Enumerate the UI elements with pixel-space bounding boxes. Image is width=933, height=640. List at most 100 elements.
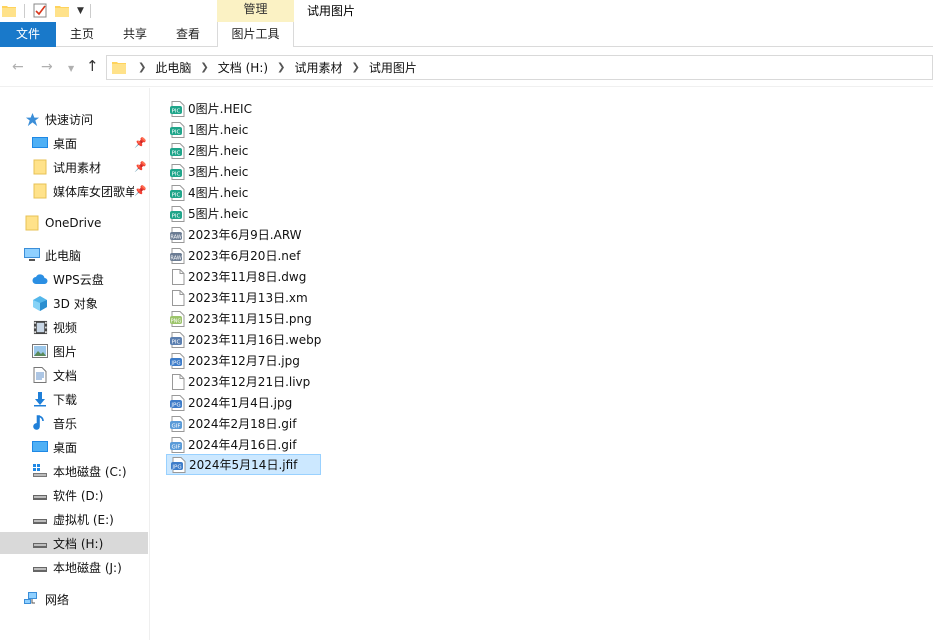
desktop-icon (32, 439, 48, 455)
file-item[interactable]: PIC 4图片.heic (166, 182, 252, 203)
folder-icon (32, 183, 48, 199)
nav-drive-c[interactable]: 本地磁盘 (C:) (0, 460, 148, 482)
nav-desktop[interactable]: 桌面 (0, 436, 148, 458)
file-item[interactable]: JPG 2023年12月7日.jpg (166, 350, 304, 371)
nav-videos[interactable]: 视频 (0, 316, 148, 338)
nav-drive-e[interactable]: 虚拟机 (E:) (0, 508, 148, 530)
nav-label: 文档 (53, 368, 78, 383)
file-name: 5图片.heic (188, 207, 249, 221)
nav-label: WPS云盘 (53, 272, 104, 287)
title-bar: ▼ 管理 试用图片 (0, 0, 933, 22)
nav-label: 虚拟机 (E:) (53, 512, 114, 527)
nav-network[interactable]: 网络 (0, 588, 148, 610)
chevron-right-icon[interactable]: ❯ (200, 62, 208, 73)
file-item[interactable]: PIC 2图片.heic (166, 140, 252, 161)
file-item[interactable]: RAW 2023年6月20日.nef (166, 245, 304, 266)
raw-file-icon: RAW (170, 247, 185, 264)
download-icon (32, 391, 48, 407)
file-item[interactable]: 2023年11月13日.xm (166, 287, 312, 308)
tab-file[interactable]: 文件 (0, 22, 56, 47)
properties-icon[interactable] (33, 3, 47, 18)
nav-drive-d[interactable]: 软件 (D:) (0, 484, 148, 506)
breadcrumb-this-pc[interactable]: 此电脑 (155, 59, 191, 76)
file-item[interactable]: PIC 2023年11月16日.webp (166, 329, 325, 350)
file-item[interactable]: PIC 3图片.heic (166, 161, 252, 182)
png-file-icon: PNG (170, 310, 185, 327)
nav-music[interactable]: 音乐 (0, 412, 148, 434)
folder-icon (32, 159, 48, 175)
recent-locations-icon[interactable]: ▼ (68, 64, 74, 73)
breadcrumb-trial-material[interactable]: 试用素材 (294, 59, 342, 76)
file-name: 4图片.heic (188, 186, 249, 200)
desktop-icon (32, 135, 48, 151)
svg-text:JPG: JPG (170, 402, 180, 408)
file-name: 2图片.heic (188, 144, 249, 158)
file-item[interactable]: PIC 0图片.HEIC (166, 98, 256, 119)
nav-pictures[interactable]: 图片 (0, 340, 148, 362)
image-file-icon: PIC (170, 121, 185, 138)
pin-icon[interactable]: 📌 (134, 162, 146, 173)
file-name: 2024年5月14日.jfif (189, 458, 298, 472)
back-arrow-icon[interactable]: ← (12, 59, 24, 75)
nav-wps-cloud[interactable]: WPS云盘 (0, 268, 148, 290)
file-item[interactable]: GIF 2024年4月16日.gif (166, 434, 300, 455)
file-item[interactable]: JPG 2024年1月4日.jpg (166, 392, 296, 413)
nav-quick-access[interactable]: 快速访问 (0, 108, 148, 130)
customize-toolbar-icon[interactable]: ▼ (77, 6, 84, 16)
nav-pinned-trial-material[interactable]: 试用素材 (0, 156, 148, 178)
file-name: 2023年12月7日.jpg (188, 354, 300, 368)
file-name: 2023年12月21日.livp (188, 375, 311, 389)
file-item[interactable]: RAW 2023年6月9日.ARW (166, 224, 306, 245)
nav-label: 此电脑 (45, 248, 82, 263)
breadcrumb-drive-h[interactable]: 文档 (H:) (218, 59, 268, 76)
chevron-right-icon[interactable]: ❯ (351, 62, 359, 73)
address-bar[interactable]: ❯ 此电脑 ❯ 文档 (H:) ❯ 试用素材 ❯ 试用图片 (106, 55, 933, 80)
svg-text:PNG: PNG (171, 318, 182, 324)
context-tab-manage[interactable]: 管理 (217, 0, 294, 22)
file-item[interactable]: 2023年11月8日.dwg (166, 266, 310, 287)
svg-text:PIC: PIC (172, 339, 181, 345)
up-arrow-icon[interactable]: ↑ (86, 57, 99, 75)
nav-pinned-media-library[interactable]: 媒体库女团歌单 (0, 180, 134, 202)
tab-picture-tools[interactable]: 图片工具 (217, 22, 294, 47)
nav-label: 文档 (H:) (53, 536, 104, 551)
windows-drive-icon (32, 463, 48, 479)
pin-icon[interactable]: 📌 (134, 186, 146, 197)
chevron-right-icon[interactable]: ❯ (277, 62, 285, 73)
window-title: 试用图片 (307, 4, 356, 18)
file-item[interactable]: PNG 2023年11月15日.png (166, 308, 316, 329)
tab-share[interactable]: 共享 (108, 22, 162, 47)
tab-home[interactable]: 主页 (56, 22, 108, 47)
nav-label: 快速访问 (45, 112, 94, 127)
drive-icon (32, 559, 48, 575)
tab-view[interactable]: 查看 (162, 22, 214, 47)
breadcrumb-trial-pictures[interactable]: 试用图片 (369, 59, 417, 76)
file-item[interactable]: 2023年12月21日.livp (166, 371, 314, 392)
nav-this-pc[interactable]: 此电脑 (0, 244, 148, 266)
file-item-selected[interactable]: JPG 2024年5月14日.jfif (166, 454, 321, 475)
video-icon (32, 319, 48, 335)
nav-onedrive[interactable]: OneDrive (0, 212, 148, 234)
nav-downloads[interactable]: 下载 (0, 388, 148, 410)
file-item[interactable]: PIC 1图片.heic (166, 119, 252, 140)
file-name: 2023年11月16日.webp (188, 333, 322, 347)
drive-icon (32, 487, 48, 503)
chevron-right-icon[interactable]: ❯ (138, 62, 146, 73)
new-folder-icon[interactable] (55, 5, 69, 17)
nav-documents[interactable]: 文档 (0, 364, 148, 386)
nav-3d-objects[interactable]: 3D 对象 (0, 292, 148, 314)
image-file-icon: PIC (170, 163, 185, 180)
nav-label: 软件 (D:) (53, 488, 104, 503)
nav-drive-j[interactable]: 本地磁盘 (J:) (0, 556, 148, 578)
nav-drive-h[interactable]: 文档 (H:) (0, 532, 148, 554)
nav-label: 试用素材 (53, 160, 102, 175)
forward-arrow-icon[interactable]: → (41, 59, 53, 75)
nav-pinned-desktop[interactable]: 桌面 (0, 132, 148, 154)
file-item[interactable]: GIF 2024年2月18日.gif (166, 413, 300, 434)
pin-icon[interactable]: 📌 (134, 138, 146, 149)
address-row: ← → ▼ ↑ ❯ 此电脑 ❯ 文档 (H:) ❯ 试用素材 ❯ 试用图片 (0, 47, 933, 87)
gif-file-icon: GIF (170, 436, 185, 453)
file-item[interactable]: PIC 5图片.heic (166, 203, 252, 224)
folder-icon (2, 5, 16, 17)
svg-text:PIC: PIC (172, 213, 181, 219)
